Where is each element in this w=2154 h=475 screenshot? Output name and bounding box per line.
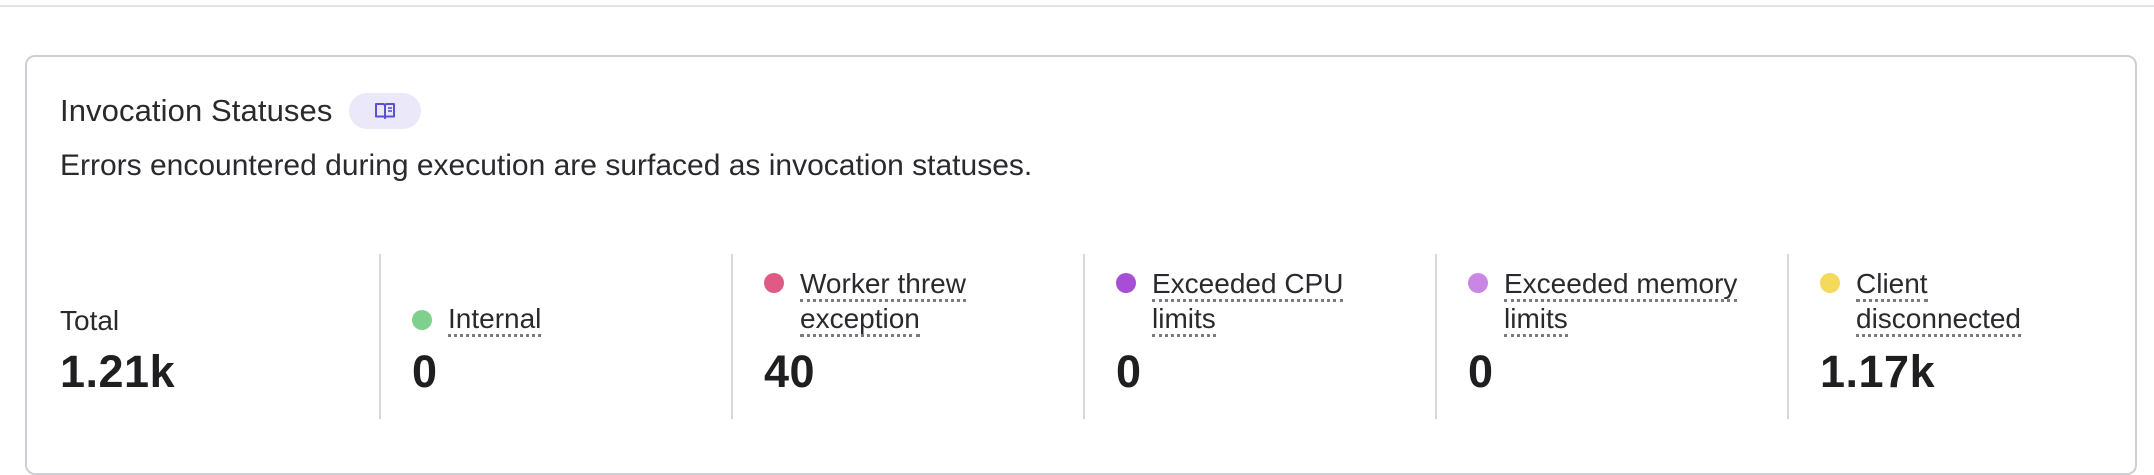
stat-divider [1083, 254, 1085, 419]
stat-divider [379, 254, 381, 419]
card-header: Invocation Statuses [60, 91, 422, 131]
stat-label-line: Worker threw [800, 269, 966, 302]
stat-label-line: Client [1856, 269, 1928, 302]
stat-label-row: Exceeded CPU limits [1116, 267, 1344, 337]
status-stats-row: Total 1.21k Internal 0 Worker threw exce… [27, 254, 2139, 424]
stat-label-line: limits [1152, 304, 1216, 337]
stat-divider [731, 254, 733, 419]
stat-label-line: limits [1504, 304, 1568, 337]
stat-exceeded-memory-limits: Exceeded memory limits 0 [1435, 254, 1787, 419]
stat-label-internal[interactable]: Internal [448, 302, 542, 337]
stat-label-line: Internal [448, 304, 542, 337]
stat-label-line: disconnected [1856, 304, 2022, 337]
stat-divider [1435, 254, 1437, 419]
stat-label-client-disconnected[interactable]: Client disconnected [1856, 267, 2022, 337]
stat-value-client-disconnected: 1.17k [1820, 346, 1936, 397]
stat-label-row: Total [60, 304, 119, 337]
top-divider [0, 5, 2154, 7]
stat-worker-threw-exception: Worker threw exception 40 [731, 254, 1083, 419]
stat-label-exceeded-cpu-limits[interactable]: Exceeded CPU limits [1152, 267, 1344, 337]
stat-internal: Internal 0 [379, 254, 731, 419]
stat-label-row: Internal [412, 302, 542, 337]
stat-label-total: Total [60, 305, 120, 336]
status-dot-purple [1116, 273, 1136, 293]
card-description: Errors encountered during execution are … [60, 149, 1033, 182]
status-dot-yellow [1820, 273, 1840, 293]
status-dot-green [412, 309, 432, 330]
stat-divider [1787, 254, 1789, 419]
status-dot-lavender [1468, 273, 1488, 293]
docs-link-button[interactable] [349, 93, 422, 129]
stat-label-worker-threw-exception[interactable]: Worker threw exception [800, 267, 966, 337]
stat-total: Total 1.21k [27, 254, 379, 419]
stat-label-row: Worker threw exception [764, 267, 966, 337]
stat-label-line: Exceeded CPU [1152, 269, 1344, 302]
stat-label-row: Client disconnected [1820, 267, 2022, 337]
invocation-statuses-card: Invocation Statuses Errors encountered d… [25, 55, 2137, 475]
stat-value-worker-threw-exception: 40 [764, 346, 816, 397]
stat-client-disconnected: Client disconnected 1.17k [1787, 254, 2139, 419]
stat-value-internal: 0 [412, 346, 438, 397]
stat-exceeded-cpu-limits: Exceeded CPU limits 0 [1083, 254, 1435, 419]
card-title: Invocation Statuses [60, 93, 333, 128]
status-dot-pink [764, 273, 784, 293]
stat-value-total: 1.21k [60, 346, 176, 397]
book-icon [375, 103, 396, 119]
stat-value-exceeded-memory-limits: 0 [1468, 346, 1494, 397]
stat-label-row: Exceeded memory limits [1468, 267, 1738, 337]
stat-label-exceeded-memory-limits[interactable]: Exceeded memory limits [1504, 267, 1738, 337]
stat-label-line: exception [800, 304, 920, 337]
stat-value-exceeded-cpu-limits: 0 [1116, 346, 1142, 397]
stat-label-line: Exceeded memory [1504, 269, 1738, 302]
